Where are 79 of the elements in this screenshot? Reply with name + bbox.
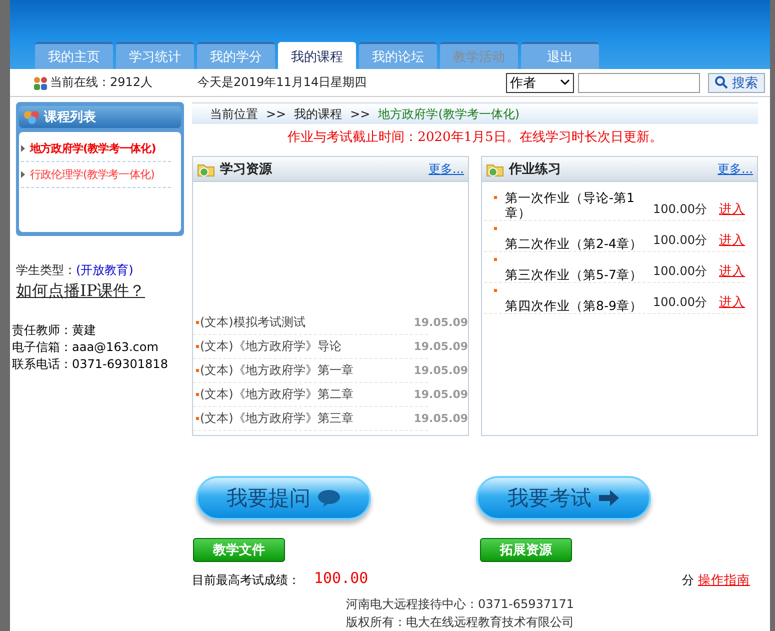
enter-link[interactable]: 进入	[719, 263, 745, 280]
course-link[interactable]: 地方政府学(教学考一体化)	[21, 136, 171, 162]
bullet-icon	[494, 258, 497, 261]
footer-text: 河南电大远程接待中心：0371-65937171	[346, 597, 574, 611]
homework-score: 100.00分	[653, 263, 707, 280]
bullet-icon	[196, 393, 199, 396]
bullet-icon	[494, 227, 497, 230]
homework-title: 第一次作业（导论-第1章）	[505, 190, 636, 220]
triangle-icon	[21, 171, 25, 178]
resource-date: 19.05.09	[414, 412, 468, 425]
panel-title: 作业练习	[509, 161, 561, 178]
search-type-select[interactable]: 作者	[506, 72, 574, 93]
resource-button[interactable]: 拓展资源	[480, 538, 572, 562]
date-text: 今天是2019年11月14日星期四	[198, 74, 367, 92]
homework-title: 第四次作业（第8-9章）	[505, 298, 644, 313]
homework-title: 第二次作业（第2-4章）	[505, 236, 644, 251]
resource-link[interactable]: (文本)模拟考试测试	[200, 314, 306, 331]
resource-link[interactable]: (文本)《地方政府学》第一章	[200, 362, 354, 379]
breadcrumb-link[interactable]: 我的课程	[294, 106, 342, 122]
resource-date: 19.05.09	[414, 316, 468, 329]
search-button[interactable]: 搜索	[708, 72, 765, 93]
bullet-icon	[494, 289, 497, 292]
resource-link[interactable]: (文本)《地方政府学》第二章	[200, 386, 354, 403]
nav-tab[interactable]: 学习统计	[116, 42, 194, 70]
homework-score: 100.00分	[653, 232, 707, 249]
help-link[interactable]: 如何点播IP课件？	[16, 281, 184, 302]
breadcrumb-separator: >>	[350, 107, 370, 121]
course-list-header: 课程列表	[19, 106, 181, 128]
nav-tab[interactable]: 我的课程	[278, 42, 356, 70]
score-unit: 分	[682, 572, 694, 589]
more-link[interactable]: 更多...	[718, 160, 753, 178]
people-icon	[23, 109, 41, 125]
search-icon	[715, 76, 728, 90]
action-button[interactable]: 我要考试	[476, 476, 651, 520]
nav-tab[interactable]: 我的论坛	[359, 42, 437, 70]
guide-link[interactable]: 操作指南	[698, 572, 750, 589]
search-field[interactable]	[578, 72, 700, 93]
resource-link[interactable]: (文本)《地方政府学》导论	[200, 338, 342, 355]
resource-link[interactable]: (文本)《地方政府学》第三章	[200, 410, 354, 427]
contact-line: 电子信箱：aaa@163.com	[12, 339, 160, 356]
enter-link[interactable]: 进入	[719, 201, 745, 218]
contact-line: 责任教师：黄建	[12, 322, 97, 339]
online-count: 当前在线：2912人	[50, 74, 153, 92]
more-link[interactable]: 更多...	[428, 160, 464, 178]
speech-bubble-icon	[316, 489, 340, 507]
enter-link[interactable]: 进入	[719, 232, 745, 249]
course-link[interactable]: 行政伦理学(教学考一体化)	[21, 162, 171, 188]
bullet-icon	[494, 196, 497, 199]
triangle-icon	[21, 145, 25, 152]
users-icon	[32, 74, 50, 91]
enter-link[interactable]: 进入	[719, 294, 745, 311]
panel-title: 学习资源	[220, 161, 272, 178]
bullet-icon	[196, 417, 199, 420]
nav-tab[interactable]: 退出	[521, 42, 599, 70]
breadcrumb-link[interactable]: 地方政府学(教学考一体化)	[378, 106, 520, 122]
bullet-icon	[196, 345, 199, 348]
nav-tab[interactable]: 我的主页	[35, 42, 113, 70]
student-type-value: (开放教育)	[76, 262, 134, 279]
resource-date: 19.05.09	[414, 388, 468, 401]
footer-text: 版权所有：电大在线远程教育技术有限公司	[346, 615, 574, 629]
resource-button[interactable]: 教学文件	[193, 538, 285, 562]
deadline-notice: 作业与考试截止时间：2020年1月5日。在线学习时长次日更新。	[286, 129, 664, 147]
contact-line: 联系电话：0371-69301818	[12, 356, 169, 373]
bullet-icon	[196, 321, 199, 324]
arrow-icon	[598, 489, 620, 507]
score-label: 目前最高考试成绩：	[192, 572, 300, 589]
breadcrumb-separator: >>	[266, 107, 286, 121]
resource-date: 19.05.09	[414, 340, 468, 353]
student-type-label: 学生类型：	[16, 262, 76, 279]
caret-icon	[560, 79, 570, 86]
breadcrumb-label: 当前位置	[210, 106, 258, 122]
homework-title: 第三次作业（第5-7章）	[505, 267, 644, 282]
homework-score: 100.00分	[653, 201, 707, 218]
resource-date: 19.05.09	[414, 364, 468, 377]
nav-tab[interactable]: 我的学分	[197, 42, 275, 70]
score-value: 100.00	[314, 568, 368, 586]
homework-score: 100.00分	[653, 294, 707, 311]
action-button[interactable]: 我要提问	[196, 476, 371, 520]
bullet-icon	[196, 369, 199, 372]
